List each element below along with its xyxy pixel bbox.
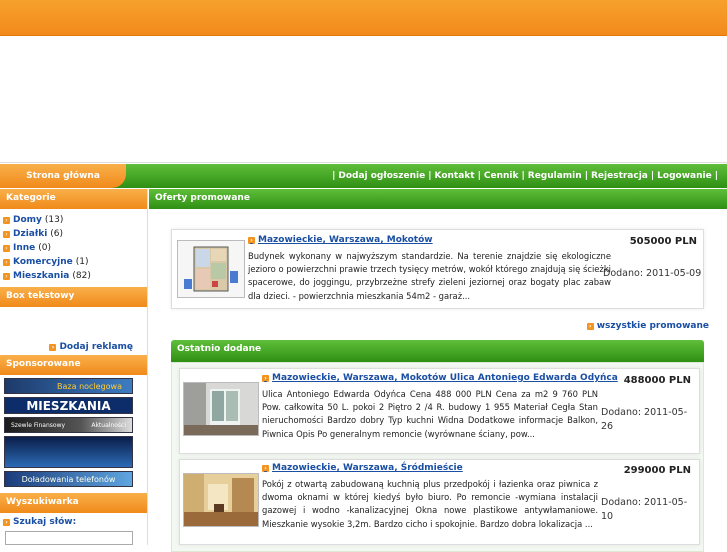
apartment-photo — [184, 383, 258, 435]
nav-register[interactable]: Rejestracja — [589, 171, 650, 181]
sponsor-ad-text: Doładowania telefonów — [21, 474, 116, 484]
arrow-bullet-icon: › — [3, 244, 10, 252]
nav-add-listing[interactable]: Dodaj ogłoszenie — [336, 171, 427, 181]
banner-area — [0, 37, 727, 163]
category-name[interactable]: Działki — [13, 229, 47, 239]
sponsor-ad-topup[interactable]: Doładowania telefonów — [4, 471, 133, 487]
sponsor-ad-city-image[interactable] — [4, 436, 133, 468]
category-item-inne[interactable]: › Inne (0) — [3, 241, 144, 255]
category-item-domy[interactable]: › Domy (13) — [3, 213, 144, 227]
main-content: Oferty promowane › Mazowieckie, Warszawa,… — [149, 189, 727, 552]
all-promoted-label[interactable]: wszystkie promowane — [597, 321, 709, 331]
category-count: (82) — [72, 271, 91, 281]
listing-date: Dodano: 2011-05-10 — [601, 497, 688, 522]
nav-home-tab[interactable]: Strona główna — [0, 164, 126, 188]
recent-heading: Ostatnio dodane — [171, 340, 704, 362]
recent-listing[interactable]: › Mazowieckie, Warszawa, Śródmieście 2990… — [179, 459, 700, 545]
category-item-mieszkania[interactable]: › Mieszkania (82) — [3, 269, 144, 283]
category-name[interactable]: Mieszkania — [13, 271, 69, 281]
listing-price: 505000 PLN — [629, 236, 697, 247]
sidebar: Kategorie › Domy (13) › Działki (6) › Inne (0)… — [0, 189, 148, 545]
listing-thumbnail[interactable] — [177, 240, 245, 298]
categories-heading: Kategorie — [0, 189, 147, 209]
promoted-listing[interactable]: › Mazowieckie, Warszawa, Mokotów 505000 P… — [171, 229, 704, 309]
all-promoted-link[interactable]: › wszystkie promowane — [586, 321, 709, 331]
listing-price: 488000 PLN — [623, 375, 691, 386]
listing-date: Dodano: 2011-05-09 — [603, 268, 702, 279]
arrow-bullet-icon: › — [3, 258, 10, 266]
arrow-bullet-icon: › — [3, 216, 10, 224]
nav-links: | Dodaj ogłoszenie | Kontakt | Cennik | … — [331, 164, 719, 188]
sponsored-heading: Sponsorowane — [0, 355, 147, 375]
listing-title-link[interactable]: › Mazowieckie, Warszawa, Mokotów — [248, 235, 433, 245]
search-label-row: › Szukaj słów: — [0, 513, 147, 531]
search-heading: Wyszukiwarka — [0, 493, 147, 513]
promoted-heading: Oferty promowane — [149, 189, 727, 209]
arrow-bullet-icon: › — [262, 374, 269, 382]
listing-title-link[interactable]: › Mazowieckie, Warszawa, Mokotów Ulica An… — [262, 373, 618, 383]
listing-title[interactable]: Mazowieckie, Warszawa, Śródmieście — [272, 463, 463, 473]
nav-separator: | — [714, 171, 718, 181]
textbox-area: › Dodaj reklamę — [0, 307, 147, 355]
search-input[interactable] — [5, 531, 133, 545]
arrow-bullet-icon: › — [3, 272, 10, 280]
category-list: › Domy (13) › Działki (6) › Inne (0) › Komercyj… — [0, 209, 147, 287]
apartment-photo — [184, 474, 258, 526]
floorplan-image — [178, 241, 244, 297]
arrow-bullet-icon: › — [248, 236, 255, 244]
sponsor-ad-apartments[interactable]: MIESZKANIA — [4, 397, 133, 414]
category-item-dzialki[interactable]: › Działki (6) — [3, 227, 144, 241]
listing-thumbnail[interactable] — [183, 473, 259, 527]
listing-description: Ulica Antoniego Edwarda Odyńca Cena 488 … — [262, 389, 598, 439]
category-item-komercyjne[interactable]: › Komercyjne (1) — [3, 255, 144, 269]
arrow-bullet-icon: › — [3, 518, 10, 526]
listing-description: Pokój z otwartą zabudowaną kuchnią plus … — [262, 479, 598, 529]
arrow-bullet-icon: › — [3, 230, 10, 238]
category-count: (6) — [50, 229, 64, 239]
category-count: (1) — [75, 257, 89, 267]
nav-login[interactable]: Logowanie — [655, 171, 714, 181]
arrow-bullet-icon: › — [49, 343, 57, 351]
recent-listing[interactable]: › Mazowieckie, Warszawa, Mokotów Ulica An… — [179, 368, 700, 454]
listing-description: Budynek wykonany w najwyższym standardzi… — [248, 251, 611, 301]
category-name[interactable]: Inne — [13, 243, 35, 253]
textbox-heading: Box tekstowy — [0, 287, 147, 307]
listing-date: Dodano: 2011-05-26 — [601, 407, 688, 432]
sponsor-ad-finance[interactable]: Szewle Finansowy Aktualności — [4, 417, 133, 433]
sponsor-ad-lodging[interactable]: Baza noclegowa — [4, 378, 133, 394]
sponsor-ad-text: Baza noclegowa — [57, 381, 122, 391]
arrow-bullet-icon: › — [586, 322, 594, 330]
arrow-bullet-icon: › — [262, 464, 269, 472]
sponsor-ad-text: MIESZKANIA — [26, 398, 111, 413]
listing-thumbnail[interactable] — [183, 382, 259, 436]
category-name[interactable]: Domy — [13, 215, 42, 225]
nav-contact[interactable]: Kontakt — [433, 171, 477, 181]
add-ad-link[interactable]: › Dodaj reklamę — [49, 342, 133, 352]
top-orange-bar — [0, 0, 727, 36]
category-count: (13) — [44, 215, 64, 225]
listing-title-link[interactable]: › Mazowieckie, Warszawa, Śródmieście — [262, 463, 463, 473]
category-name[interactable]: Komercyjne — [13, 257, 73, 267]
nav-pricing[interactable]: Cennik — [482, 171, 521, 181]
add-ad-label[interactable]: Dodaj reklamę — [59, 342, 133, 352]
sponsor-ad-text: Szewle Finansowy — [11, 421, 66, 429]
listing-title[interactable]: Mazowieckie, Warszawa, Mokotów — [258, 235, 433, 245]
listing-title[interactable]: Mazowieckie, Warszawa, Mokotów Ulica Ant… — [272, 373, 618, 383]
nav-terms[interactable]: Regulamin — [526, 171, 584, 181]
category-count: (0) — [38, 243, 52, 253]
search-label: Szukaj słów: — [13, 517, 77, 527]
listing-price: 299000 PLN — [623, 465, 691, 476]
sponsor-ad-text: Aktualności — [91, 421, 126, 429]
